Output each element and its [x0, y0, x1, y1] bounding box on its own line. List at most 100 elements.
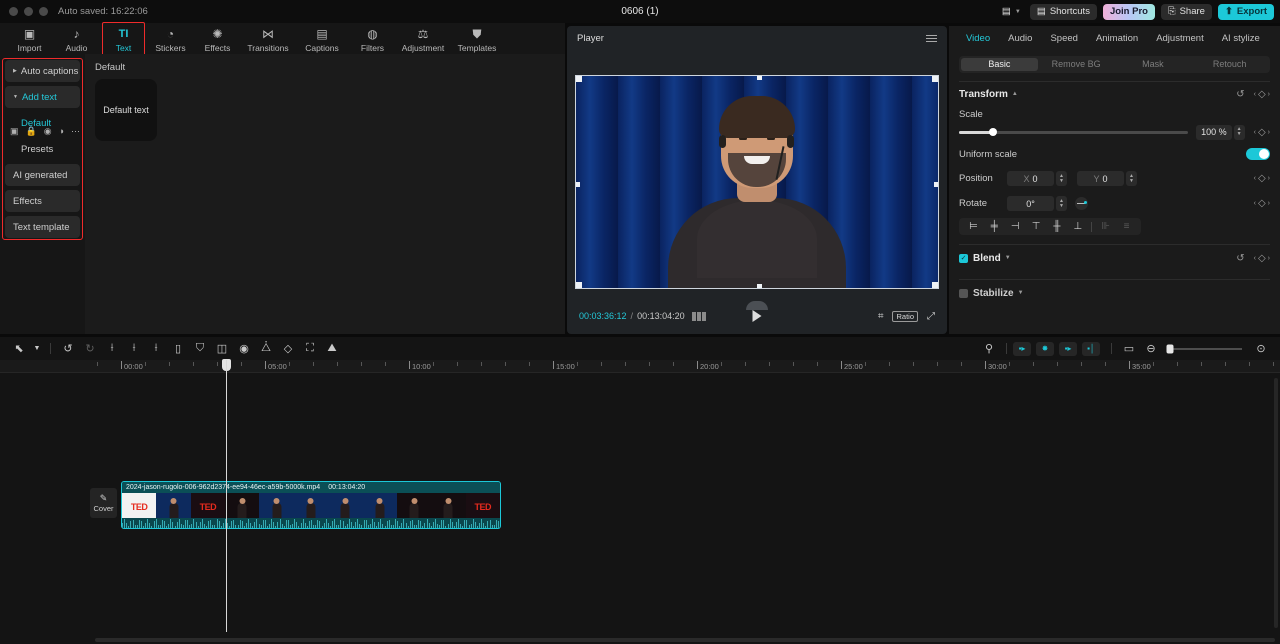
align-right-icon[interactable]: ⊣ — [1005, 221, 1026, 232]
auto-cut-icon[interactable]: ▪▸ — [1013, 341, 1031, 356]
resize-handle-b[interactable] — [757, 283, 762, 288]
zoom-out-icon[interactable]: ⊖ — [1140, 342, 1162, 355]
trim-left-icon[interactable]: ⟊ — [123, 342, 145, 355]
chevron-up-icon[interactable]: ▲ — [1012, 91, 1018, 97]
shortcuts-button[interactable]: ▤ Shortcuts — [1029, 3, 1097, 20]
sidebar-item-effects[interactable]: Effects — [5, 190, 80, 212]
chevron-down-icon[interactable]: ▼ — [30, 345, 44, 352]
trim-gap-icon[interactable]: ▪▸ — [1059, 341, 1077, 356]
subtab-retouch[interactable]: Retouch — [1191, 58, 1268, 71]
sidebar-item-auto-captions[interactable]: ▶ Auto captions — [5, 60, 80, 82]
minimize-window-icon[interactable] — [24, 7, 33, 16]
tab-effects[interactable]: ✺ Effects — [194, 25, 241, 53]
timeline-zoom-slider[interactable] — [1166, 344, 1242, 353]
select-arrow-icon[interactable]: ⬉ — [8, 342, 30, 355]
lock-icon[interactable]: 🔒 — [26, 126, 37, 137]
vertical-scrollbar[interactable] — [1274, 378, 1278, 628]
tab-stickers[interactable]: ◔ Stickers — [147, 25, 194, 53]
subtab-remove-bg[interactable]: Remove BG — [1038, 58, 1115, 71]
align-top-icon[interactable]: ⊤ — [1026, 221, 1047, 232]
maximize-window-icon[interactable] — [39, 7, 48, 16]
tab-audio-props[interactable]: Audio — [999, 33, 1041, 44]
resize-handle-r[interactable] — [934, 181, 938, 187]
position-x-input[interactable]: X 0 — [1007, 171, 1054, 186]
mirror-icon[interactable]: ⧊ — [255, 342, 277, 355]
resize-handle-l[interactable] — [576, 181, 580, 187]
scale-slider[interactable] — [959, 128, 1189, 136]
blend-reset-icon[interactable]: ↺ — [1236, 253, 1244, 264]
resize-handle-tl[interactable] — [576, 75, 582, 82]
tab-filters[interactable]: ◍ Filters — [349, 25, 396, 53]
sidebar-item-text-template[interactable]: Text template — [5, 216, 80, 238]
tab-speed[interactable]: Speed — [1041, 33, 1086, 44]
rotate-dial-icon[interactable] — [1075, 197, 1088, 210]
smart-cut-icon[interactable]: ✸ — [1036, 341, 1054, 356]
scale-keyframe-icon[interactable]: ‹ ◇ › — [1254, 127, 1270, 138]
sidebar-item-add-text[interactable]: ▼ Add text — [5, 86, 80, 108]
more-icon[interactable]: ⋯ — [71, 126, 80, 137]
share-button[interactable]: ⎘ Share — [1160, 3, 1212, 20]
align-middle-vertical-icon[interactable]: ╫ — [1047, 221, 1068, 232]
horizontal-scrollbar[interactable] — [95, 638, 1275, 642]
timeline-ruler[interactable]: 00:00 05:00 10:00 15:00 20:00 25:00 30:00 35:00 — [0, 360, 1280, 373]
window-controls[interactable]: Auto saved: 16:22:06 — [0, 6, 148, 17]
video-preview[interactable] — [575, 74, 939, 289]
cover-button[interactable]: ✎ Cover — [90, 488, 117, 518]
microphone-icon[interactable]: ⚲ — [978, 342, 1000, 355]
tab-ai-stylize[interactable]: AI stylize — [1213, 33, 1269, 44]
tab-animation[interactable]: Animation — [1087, 33, 1147, 44]
undo-icon[interactable]: ↺ — [57, 342, 79, 355]
play-icon[interactable] — [752, 310, 762, 322]
reset-icon[interactable]: ↺ — [1236, 89, 1244, 100]
tab-text[interactable]: TI Text — [100, 21, 147, 58]
export-button[interactable]: ⬆ Export — [1217, 3, 1274, 20]
resize-handle-tr[interactable] — [932, 75, 938, 82]
layout-switch-button[interactable]: ▤ ▼ — [999, 4, 1024, 20]
crop-frame-icon[interactable]: ◫ — [211, 342, 233, 355]
delete-icon[interactable]: ▯ — [167, 342, 189, 355]
track-type-icon[interactable]: ▣ — [10, 126, 19, 137]
distribute-horizontal-icon[interactable]: ⊪ — [1095, 221, 1116, 232]
position-x-stepper[interactable]: ▲ ▼ — [1056, 171, 1067, 186]
stabilize-checkbox[interactable] — [959, 288, 968, 298]
keyframe-diamond-icon[interactable]: ‹ ◇ › — [1254, 89, 1270, 100]
playhead[interactable] — [226, 360, 227, 632]
fullscreen-icon[interactable]: ⤢ — [927, 311, 935, 322]
image-icon[interactable]: ⛰ — [321, 342, 343, 355]
chevron-down-icon[interactable]: ▼ — [1005, 255, 1011, 261]
resize-handle-br[interactable] — [932, 281, 938, 288]
align-left-icon[interactable]: ⊨ — [963, 221, 984, 232]
align-bottom-icon[interactable]: ⊥ — [1067, 221, 1088, 232]
redo-icon[interactable]: ↻ — [79, 342, 101, 355]
render-preview-icon[interactable]: ▭ — [1118, 342, 1140, 355]
split-icon[interactable]: ⟊ — [101, 342, 123, 355]
rotate-input[interactable]: 0° — [1007, 196, 1054, 211]
tab-adjustment[interactable]: ⚖ Adjustment — [396, 25, 450, 53]
split-clip-icon[interactable]: ▪│ — [1082, 341, 1100, 356]
tab-templates[interactable]: ⛊ Templates — [450, 25, 504, 53]
blend-keyframe-icon[interactable]: ‹ ◇ › — [1254, 253, 1270, 264]
subtab-basic[interactable]: Basic — [961, 58, 1038, 71]
rotate-keyframe-icon[interactable]: ‹ ◇ › — [1254, 198, 1270, 209]
freeze-frame-icon[interactable]: ◉ — [233, 342, 255, 355]
uniform-scale-toggle[interactable] — [1246, 148, 1270, 160]
zoom-fit-icon[interactable]: ⊙ — [1250, 342, 1272, 355]
text-preset-card[interactable]: Default text — [95, 79, 157, 141]
close-window-icon[interactable] — [9, 7, 18, 16]
grid-icon[interactable] — [691, 311, 706, 321]
timeline-clip[interactable]: 2024-jason-rugolo-006-962d2374-ee94-46ec… — [121, 481, 501, 529]
rotate-stepper[interactable]: ▲ ▼ — [1056, 196, 1067, 211]
tab-captions[interactable]: ▤ Captions — [295, 25, 349, 53]
position-keyframe-icon[interactable]: ‹ ◇ › — [1254, 173, 1270, 184]
scale-slider-knob[interactable] — [989, 128, 998, 136]
mute-icon[interactable]: ◑ — [59, 126, 64, 136]
scale-value-input[interactable]: 100 % — [1196, 124, 1232, 140]
eye-icon[interactable]: ◉ — [44, 126, 52, 137]
magnifier-icon[interactable]: ⌗ — [878, 311, 884, 322]
tab-import[interactable]: ▣ Import — [6, 25, 53, 53]
chevron-down-icon[interactable]: ▼ — [1018, 290, 1024, 296]
subtab-mask[interactable]: Mask — [1115, 58, 1192, 71]
trim-right-icon[interactable]: ⟊ — [145, 342, 167, 355]
position-y-stepper[interactable]: ▲ ▼ — [1126, 171, 1137, 186]
sidebar-item-ai-generated[interactable]: AI generated — [5, 164, 80, 186]
